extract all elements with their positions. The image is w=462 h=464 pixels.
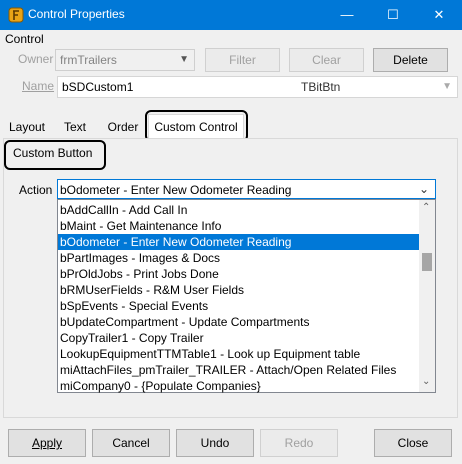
owner-value: frmTrailers bbox=[60, 53, 117, 67]
owner-combobox[interactable]: frmTrailers ▼ bbox=[55, 49, 195, 71]
window-title: Control Properties bbox=[28, 7, 125, 21]
redo-button[interactable]: Redo bbox=[260, 429, 338, 457]
redo-label: Redo bbox=[284, 436, 314, 450]
action-dropdown-list[interactable]: bAddCallIn - Add Call In bMaint - Get Ma… bbox=[57, 199, 436, 393]
delete-button[interactable]: Delete bbox=[373, 48, 448, 72]
list-item[interactable]: bAddCallIn - Add Call In bbox=[58, 202, 419, 218]
action-value: bOdometer - Enter New Odometer Reading bbox=[60, 183, 292, 197]
owner-label: Owner bbox=[18, 52, 54, 66]
close-label: Close bbox=[397, 436, 429, 450]
action-label: Action bbox=[19, 183, 53, 197]
close-window-button[interactable]: ✕ bbox=[416, 0, 462, 30]
cancel-label: Cancel bbox=[112, 436, 150, 450]
list-item[interactable]: miAttachFiles_pmTrailer_TRAILER - Attach… bbox=[58, 362, 419, 378]
scroll-down-icon[interactable]: ⌄ bbox=[422, 376, 430, 387]
clear-button[interactable]: Clear bbox=[289, 48, 364, 72]
list-item[interactable]: LookupEquipmentTTMTable1 - Look up Equip… bbox=[58, 346, 419, 362]
apply-label: Apply bbox=[31, 436, 63, 450]
tab-text[interactable]: Text bbox=[58, 116, 92, 138]
chevron-down-icon: ⌄ bbox=[418, 182, 429, 196]
name-label-text: Name bbox=[22, 79, 55, 93]
scrollbar-thumb[interactable] bbox=[422, 253, 432, 271]
maximize-button[interactable]: ☐ bbox=[370, 0, 416, 30]
undo-button[interactable]: Undo bbox=[176, 429, 254, 457]
action-combobox[interactable]: bOdometer - Enter New Odometer Reading ⌄ bbox=[57, 179, 436, 199]
chevron-down-icon: ▼ bbox=[179, 54, 189, 65]
filter-button[interactable]: Filter bbox=[205, 48, 280, 72]
minimize-button[interactable]: — bbox=[324, 0, 370, 30]
cancel-button[interactable]: Cancel bbox=[92, 429, 170, 457]
name-label: Name bbox=[22, 79, 54, 93]
list-items: bAddCallIn - Add Call In bMaint - Get Ma… bbox=[58, 202, 419, 394]
list-item[interactable]: miCompany0 - {Populate Companies} bbox=[58, 378, 419, 394]
list-item[interactable]: CopyTrailer1 - Copy Trailer bbox=[58, 330, 419, 346]
app-icon bbox=[8, 7, 24, 23]
scroll-up-icon[interactable]: ⌃ bbox=[422, 202, 430, 213]
list-item[interactable]: bMaint - Get Maintenance Info bbox=[58, 218, 419, 234]
list-item[interactable]: bPrOldJobs - Print Jobs Done bbox=[58, 266, 419, 282]
highlight-box bbox=[4, 140, 106, 170]
control-group-label: Control bbox=[5, 32, 44, 46]
tab-layout[interactable]: Layout bbox=[6, 116, 48, 138]
close-button[interactable]: Close bbox=[374, 429, 452, 457]
list-item[interactable]: bUpdateCompartment - Update Compartments bbox=[58, 314, 419, 330]
scrollbar[interactable]: ⌃ ⌄ bbox=[419, 200, 435, 392]
list-item[interactable]: bRMUserFields - R&M User Fields bbox=[58, 282, 419, 298]
name-field[interactable]: bSDCustom1 TBitBtn ▼ bbox=[57, 76, 458, 98]
name-value: bSDCustom1 bbox=[62, 80, 134, 94]
list-item-selected[interactable]: bOdometer - Enter New Odometer Reading bbox=[58, 234, 419, 250]
list-item[interactable]: bSpEvents - Special Events bbox=[58, 298, 419, 314]
control-type-value: TBitBtn bbox=[301, 80, 341, 94]
tab-order[interactable]: Order bbox=[104, 116, 142, 138]
undo-label: Undo bbox=[200, 436, 230, 450]
list-item[interactable]: bPartImages - Images & Docs bbox=[58, 250, 419, 266]
apply-button[interactable]: Apply bbox=[8, 429, 86, 457]
chevron-down-icon: ▼ bbox=[442, 81, 452, 92]
